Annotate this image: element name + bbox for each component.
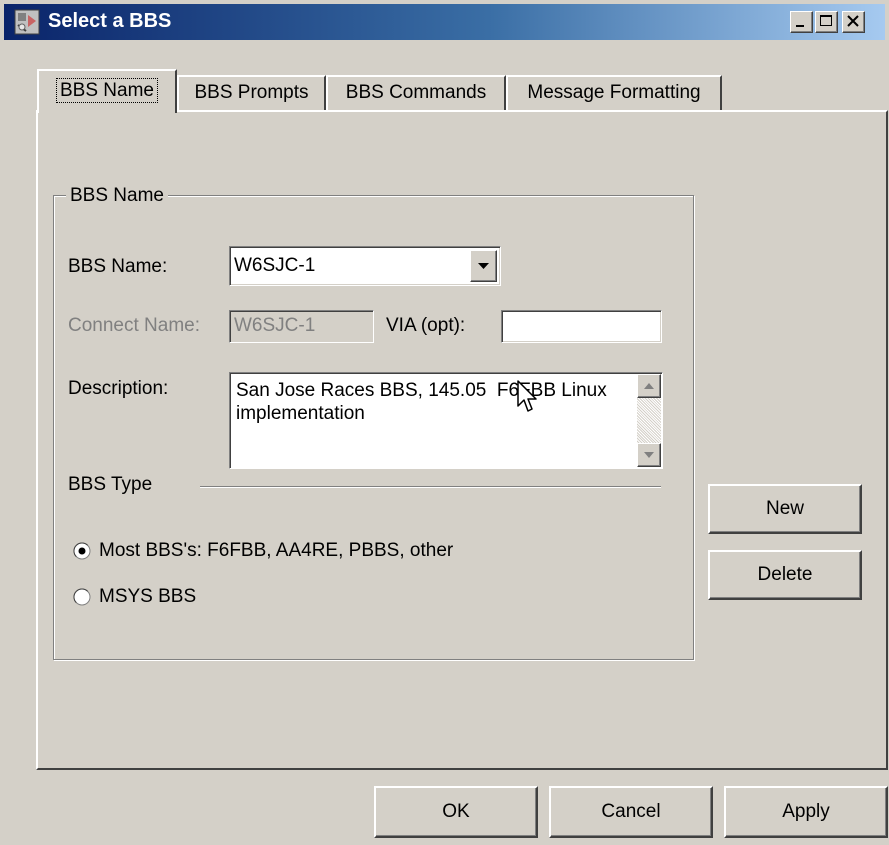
radio-label: MSYS BBS <box>99 586 197 607</box>
tab-message-formatting[interactable]: Message Formatting <box>506 75 722 111</box>
radio-checked-icon <box>73 542 91 560</box>
tab-bbs-name[interactable]: BBS Name <box>37 69 177 113</box>
app-icon <box>14 9 40 35</box>
radio-label: Most BBS's: F6FBB, AA4RE, PBBS, other <box>99 540 454 561</box>
connect-name-field: W6SJC-1 <box>229 310 374 343</box>
bbs-name-combo[interactable]: W6SJC-1 <box>229 246 501 286</box>
ok-button[interactable]: OK <box>374 786 538 838</box>
description-textarea[interactable]: San Jose Races BBS, 145.05 F6FBB Linux i… <box>229 372 663 469</box>
description-scrollbar[interactable] <box>637 374 661 467</box>
via-label: VIA (opt): <box>386 315 466 336</box>
chevron-down-icon <box>478 263 489 269</box>
mouse-cursor-icon <box>517 380 537 412</box>
bbs-name-dropdown-button[interactable] <box>470 250 497 282</box>
maximize-button[interactable] <box>815 11 838 33</box>
minimize-button[interactable] <box>790 11 813 33</box>
close-button[interactable] <box>842 11 865 33</box>
delete-button[interactable]: Delete <box>708 550 862 600</box>
description-label: Description: <box>68 378 169 399</box>
connect-name-label: Connect Name: <box>68 315 201 336</box>
scroll-up-button[interactable] <box>637 374 661 398</box>
tab-label: Message Formatting <box>527 82 701 103</box>
tab-label: BBS Prompts <box>194 82 309 103</box>
description-value: San Jose Races BBS, 145.05 F6FBB Linux i… <box>236 380 612 424</box>
close-icon <box>847 15 859 27</box>
title-bar[interactable]: Select a BBS <box>4 4 885 40</box>
chevron-down-icon <box>644 452 654 458</box>
bbs-name-value: W6SJC-1 <box>234 255 316 276</box>
chevron-up-icon <box>644 383 654 389</box>
tab-label: BBS Commands <box>345 82 487 103</box>
via-input[interactable] <box>506 315 661 342</box>
window-title: Select a BBS <box>48 10 172 32</box>
radio-unchecked-icon <box>73 588 91 606</box>
bbs-type-divider <box>200 486 661 488</box>
bbs-type-label: BBS Type <box>68 474 153 495</box>
connect-name-value: W6SJC-1 <box>234 315 316 336</box>
maximize-icon <box>820 15 832 26</box>
new-button[interactable]: New <box>708 484 862 534</box>
cancel-button[interactable]: Cancel <box>549 786 713 838</box>
apply-button[interactable]: Apply <box>724 786 888 838</box>
select-bbs-window: Select a BBS BBS Name BBS Prompts BBS Co… <box>0 0 889 845</box>
tab-bbs-commands[interactable]: BBS Commands <box>326 75 506 111</box>
tab-label: BBS Name <box>56 78 158 103</box>
tab-bbs-prompts[interactable]: BBS Prompts <box>177 75 326 111</box>
scroll-down-button[interactable] <box>637 443 661 467</box>
via-field[interactable] <box>501 310 662 343</box>
groupbox-legend: BBS Name <box>66 185 168 207</box>
bbs-name-label: BBS Name: <box>68 256 168 277</box>
minimize-icon <box>796 25 804 27</box>
